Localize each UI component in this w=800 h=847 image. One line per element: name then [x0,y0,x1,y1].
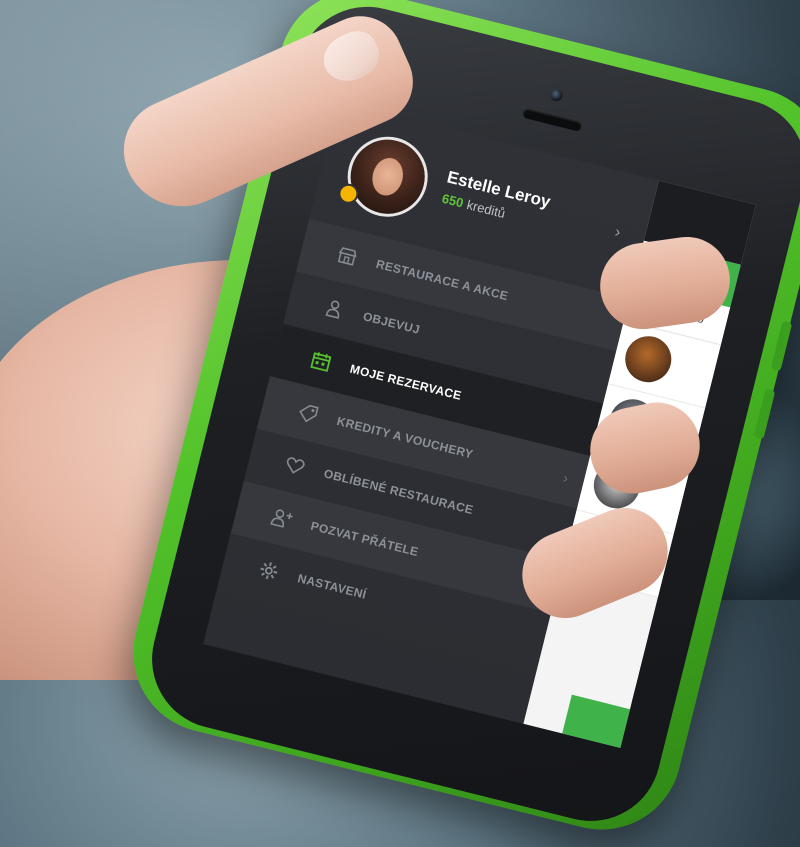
heart-icon [280,451,309,480]
person-pin-icon [320,294,349,323]
menu-item-label: MOJE REZERVACE [348,361,463,403]
menu-item-label: POZVAT PŘÁTELE [309,518,420,560]
avatar[interactable] [339,128,437,226]
menu-item-label: OBJEVUJ [361,309,422,337]
menu-item-label: NASTAVENÍ [296,571,368,602]
thumb-nail [316,24,386,90]
store-icon [333,242,362,271]
front-camera [549,87,564,103]
avatar-photo [368,154,407,199]
chevron-right-icon: › [561,469,571,487]
tag-icon [293,399,322,428]
profile-chevron-icon[interactable]: › [613,224,622,243]
add-user-icon [267,504,296,533]
restaurant-thumbnail [620,331,677,388]
panel-action-button[interactable] [562,694,631,749]
credits-value: 650 [440,190,466,211]
calendar-icon [307,347,336,376]
gear-icon [254,556,283,585]
earpiece-speaker [522,107,583,132]
